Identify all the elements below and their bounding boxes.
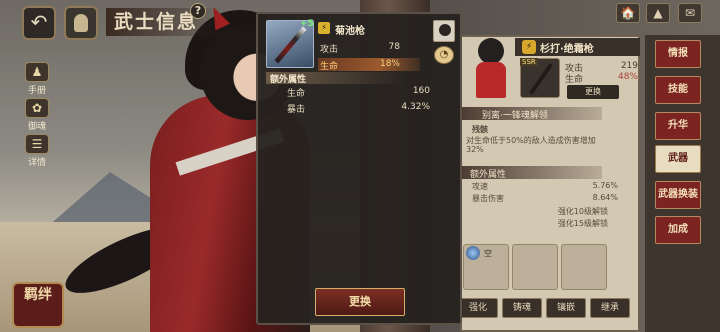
weapon-type-icon: ⚡	[522, 40, 536, 54]
character-portrait-icon[interactable]	[64, 6, 98, 40]
stat-label: 生命	[320, 62, 339, 72]
back-arrow-icon: ↶	[30, 10, 48, 34]
skill-name: 残骸	[472, 125, 488, 134]
back-button[interactable]: ↶	[22, 6, 56, 40]
tab-skills[interactable]: 技能	[655, 76, 701, 104]
side-button-soul[interactable]: ✿ 御魂	[22, 98, 52, 132]
weapon-name: 菊池枪	[335, 26, 365, 37]
tab-enhance[interactable]: 强化	[458, 298, 498, 318]
gem-slot[interactable]	[561, 244, 607, 290]
extra-attributes-title: 额外属性	[470, 170, 507, 180]
tab-info[interactable]: 情报	[655, 40, 701, 68]
stat-value: 219	[620, 61, 638, 71]
side-button-label: 手册	[27, 86, 46, 96]
gem-icon	[466, 246, 480, 260]
extra-stat-value: 5.76%	[592, 181, 618, 190]
mail-icon[interactable]: ✉	[678, 3, 702, 23]
tab-inherit[interactable]: 继承	[590, 298, 630, 318]
stat-value: 78	[388, 42, 400, 52]
change-weapon-button[interactable]: 更换	[567, 85, 619, 99]
extra-stat-label: 暴击伤害	[472, 194, 504, 203]
tab-ascend[interactable]: 升华	[655, 112, 701, 140]
tab-weapon[interactable]: 武器	[655, 145, 701, 173]
extra-stat-value: 8.64%	[592, 193, 618, 202]
help-icon[interactable]: ?	[190, 3, 206, 19]
manual-icon: ♟	[25, 62, 49, 82]
side-button-manual[interactable]: ♟ 手册	[22, 62, 52, 96]
extra-stat-label: 生命	[287, 89, 306, 99]
stat-value: 18%	[379, 59, 400, 69]
change-button[interactable]: 更换	[315, 288, 405, 316]
details-icon: ☰	[25, 134, 49, 154]
weapon-rank-badge: SSR	[520, 58, 538, 66]
tab-inlay[interactable]: 镶嵌	[546, 298, 586, 318]
page-title: 武士信息	[106, 8, 227, 36]
extra-stat-value: 4.32%	[401, 102, 430, 112]
extra-stat-label: 攻速	[472, 182, 488, 191]
character-avatar	[433, 20, 455, 42]
gem-slot[interactable]	[512, 244, 558, 290]
extra-stat-label: 暴击	[287, 105, 306, 115]
home-icon[interactable]: 🏠	[616, 3, 640, 23]
bond-button[interactable]: 羁绊	[12, 282, 64, 328]
weapon-type-icon: ⚡	[318, 22, 330, 34]
character-chibi-avatar	[470, 38, 510, 100]
stat-value: 48%	[617, 72, 638, 82]
tab-bonus[interactable]: 加成	[655, 216, 701, 244]
up-arrow-icon[interactable]: ▲	[646, 3, 670, 23]
unlock-hint: 强化10级解锁	[557, 207, 608, 216]
equip-badge-icon: ◔	[434, 46, 454, 64]
stat-label: 生命	[565, 75, 584, 85]
enhance-level-badge: +5	[300, 19, 314, 29]
side-button-label: 详情	[27, 158, 46, 168]
side-button-label: 御魂	[27, 122, 46, 132]
gem-slot-label: 空	[484, 249, 492, 258]
skill-description: 对生命低于50%的敌人造成伤害增加	[466, 136, 596, 145]
tab-forge-soul[interactable]: 铸魂	[502, 298, 542, 318]
skill-section-title: 别离·一锋魂解领	[482, 111, 548, 121]
side-button-details[interactable]: ☰ 详情	[22, 134, 52, 168]
extra-attributes-title: 额外属性	[270, 75, 307, 85]
unlock-hint: 强化15级解锁	[557, 219, 608, 228]
skill-description: 32%	[466, 145, 484, 154]
extra-stat-value: 160	[412, 86, 430, 96]
soul-icon: ✿	[25, 98, 49, 118]
equipped-weapon-name: 杉打·绝霜枪	[540, 44, 594, 55]
tab-weapon-skin[interactable]: 武器换装	[655, 181, 701, 209]
stat-label: 攻击	[320, 45, 339, 55]
